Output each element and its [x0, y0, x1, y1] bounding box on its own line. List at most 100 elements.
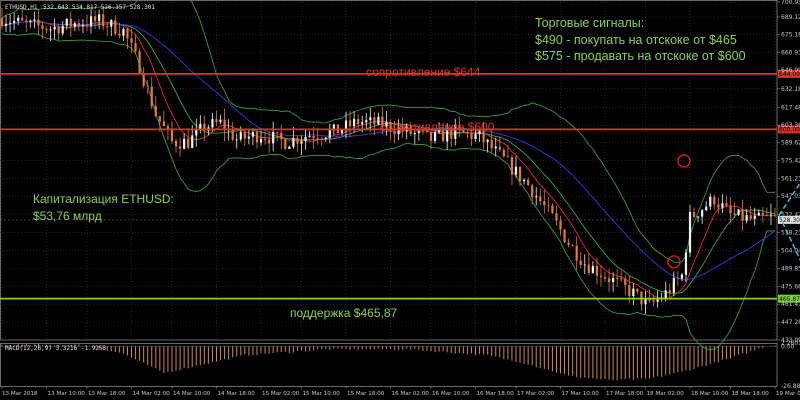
- candle-body: [652, 300, 655, 302]
- candle-body: [636, 288, 639, 292]
- candle-body: [705, 206, 708, 211]
- candle-body: [251, 132, 255, 137]
- candle-body: [69, 18, 72, 27]
- candle-body: [551, 205, 554, 214]
- candle-body: [514, 166, 518, 175]
- candle-body: [57, 26, 60, 34]
- candle-body: [247, 136, 250, 139]
- candle-body: [713, 196, 716, 205]
- candle-body: [571, 245, 574, 246]
- x-tick-label: 13 Mar 2018: [2, 391, 38, 397]
- candle-body: [85, 25, 89, 27]
- candle-body: [134, 42, 137, 52]
- candle-body: [61, 25, 64, 34]
- candle-body: [761, 212, 764, 216]
- candle-body: [178, 146, 182, 149]
- y-axis: 700.950 689.120 675.180 660.930 646.990 632.1…: [777, 0, 800, 390]
- candle-body: [13, 20, 16, 24]
- candle-body: [150, 86, 153, 107]
- y-tick-label: 589.620: [781, 139, 800, 146]
- candle-body: [263, 138, 267, 140]
- candle-body: [102, 14, 105, 27]
- capitalization-value: $53,76 млрд: [33, 209, 102, 223]
- macd-frame: [0, 343, 778, 387]
- candle-body: [344, 120, 348, 130]
- candle-body: [280, 132, 283, 140]
- candle-body: [126, 28, 129, 39]
- x-tick-label: 16 Mar 02:00: [392, 391, 430, 397]
- candle-body: [272, 131, 275, 144]
- candle-body: [547, 205, 550, 206]
- candle-body: [612, 278, 615, 283]
- candle-body: [37, 19, 40, 26]
- candle-body: [717, 204, 720, 208]
- candle-body: [93, 16, 97, 22]
- candle-body: [340, 129, 344, 134]
- y-tick-label: 689.120: [781, 14, 800, 21]
- candle-body: [587, 264, 590, 274]
- candle-body: [89, 16, 93, 27]
- candle-body: [4, 23, 8, 26]
- x-tick-label: 18 Mar 10:00: [691, 391, 729, 397]
- x-axis: 13 Mar 2018 13 Mar 10:00 13 Mar 18:00 14 Ma…: [1, 386, 800, 397]
- candle-body: [122, 28, 125, 36]
- macd-y-tick-label: -26.8864: [781, 383, 800, 390]
- candle-body: [701, 210, 704, 217]
- candle-body: [656, 299, 659, 302]
- candle-body: [632, 288, 635, 297]
- y-tick-label: 475.660: [781, 283, 800, 290]
- instrument-label: ETHUSD,H1: [5, 4, 38, 11]
- candle-body: [474, 134, 477, 140]
- candle-body: [676, 277, 679, 279]
- y-tick-label: 700.950: [781, 0, 800, 6]
- candle-body: [284, 139, 287, 150]
- candle-body: [130, 38, 133, 43]
- candle-body: [106, 26, 109, 28]
- candle-body: [757, 212, 760, 216]
- candle-body: [211, 119, 214, 128]
- y-tick-label: 447.280: [781, 319, 800, 326]
- y-tick-label: 489.850: [781, 265, 800, 272]
- candle-body: [737, 209, 740, 215]
- candle-body: [138, 51, 141, 74]
- candle-body: [361, 122, 364, 125]
- candle-body: [603, 277, 607, 279]
- y-tick-label: 561.230: [781, 175, 800, 182]
- candle-body: [73, 23, 76, 27]
- candle-body: [304, 136, 307, 141]
- x-tick-label: 17 Mar 18:00: [606, 391, 644, 397]
- candle-body: [0, 18, 4, 26]
- resistance-644-label: сопротивление $644: [366, 65, 481, 79]
- candle-body: [680, 274, 684, 279]
- y-tick-label: 461.470: [781, 301, 800, 308]
- candle-body: [510, 157, 514, 175]
- macd-panel: [0, 344, 777, 381]
- candle-body: [17, 17, 20, 21]
- candle-body: [692, 212, 696, 217]
- capitalization-title: Капитализация ETHUSD:: [33, 192, 174, 206]
- candle-body: [45, 29, 48, 31]
- candle-body: [110, 20, 113, 27]
- candle-body: [555, 213, 558, 221]
- candle-body: [741, 209, 744, 221]
- candle-body: [316, 138, 319, 139]
- x-tick-label: 15 Mar 10:00: [302, 391, 340, 397]
- candle-body: [539, 196, 542, 202]
- candle-body: [518, 166, 522, 182]
- candle-body: [486, 139, 489, 143]
- candle-body: [575, 245, 578, 261]
- signals-sell: $575 - продавать на отскоке от $600: [535, 49, 746, 63]
- candle-body: [563, 229, 566, 243]
- candle-body: [243, 131, 246, 139]
- candle-body: [170, 129, 174, 142]
- x-tick-label: 17 Mar 10:00: [562, 391, 600, 397]
- x-tick-label: 13 Mar 10:00: [48, 391, 86, 397]
- candle-body: [624, 278, 627, 286]
- candle-body: [579, 260, 582, 265]
- x-tick-label: 17 Mar 02:00: [517, 391, 555, 397]
- candle-body: [628, 285, 631, 297]
- resistance-600-label: сопротивление $600: [380, 120, 495, 134]
- candle-body: [324, 137, 327, 139]
- candle-body: [664, 290, 667, 299]
- candle-body: [231, 129, 234, 140]
